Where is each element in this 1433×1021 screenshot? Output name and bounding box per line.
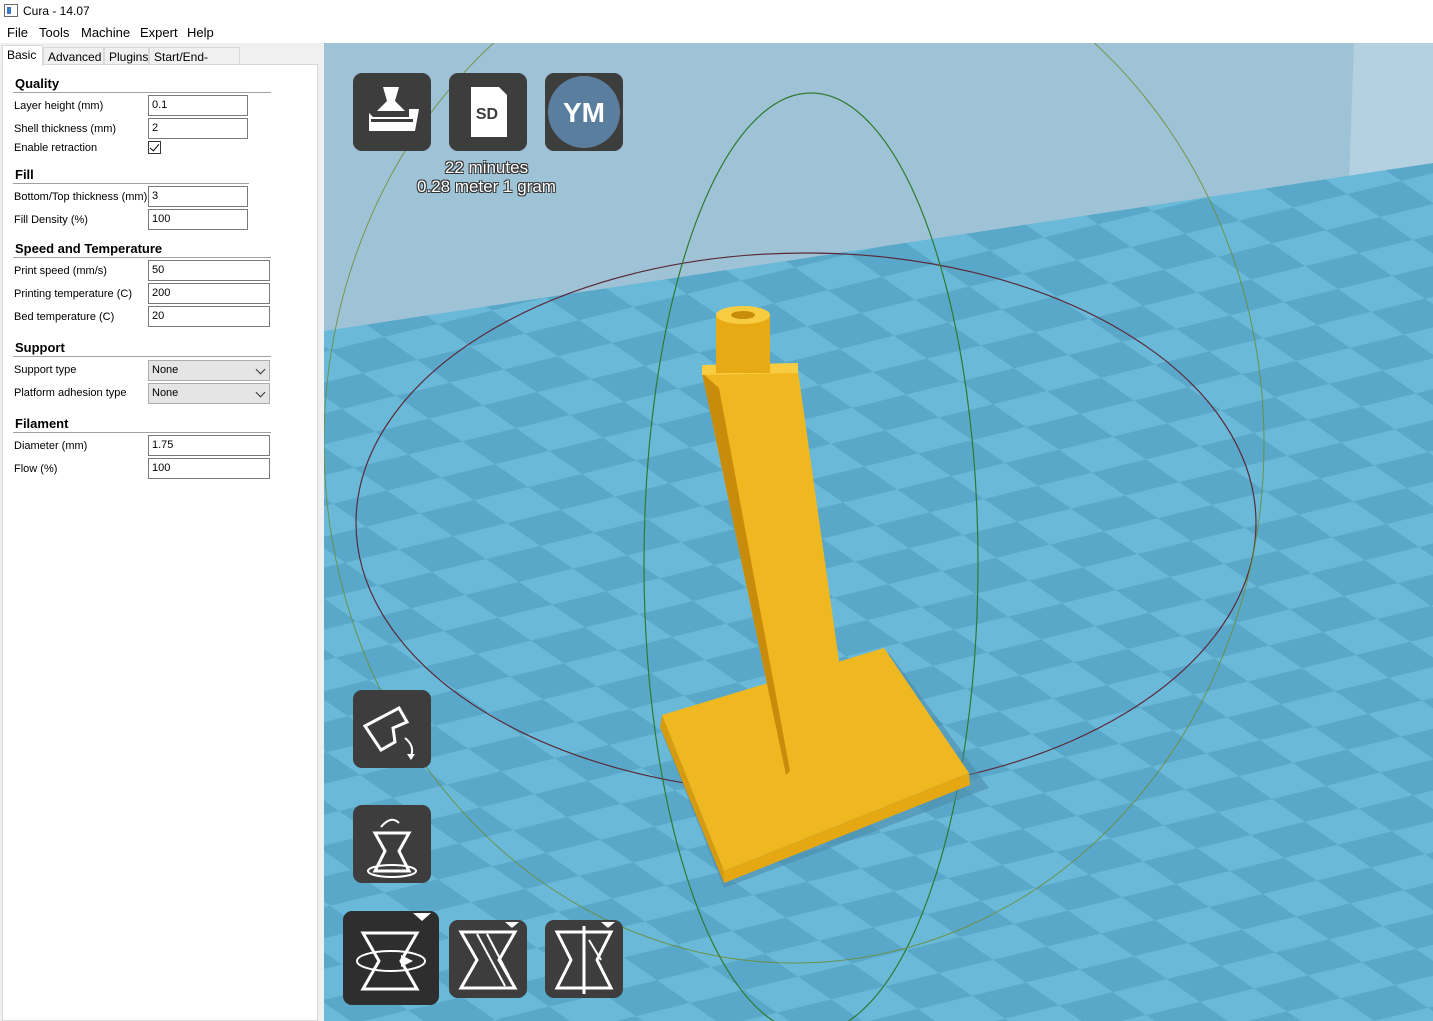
bed-temperature-label: Bed temperature (C) <box>14 311 115 323</box>
lay-flat-tool-button[interactable] <box>449 920 527 998</box>
menu-machine[interactable]: Machine <box>81 25 130 40</box>
tab-advanced[interactable]: Advanced <box>43 47 104 65</box>
section-title-quality: Quality <box>15 76 60 91</box>
menu-help[interactable]: Help <box>187 25 214 40</box>
tab-start-end-gcode[interactable]: Start/End-GCode <box>149 47 240 78</box>
ym-label: YM <box>563 97 605 128</box>
mirror-tool-button[interactable] <box>343 911 439 1005</box>
shell-thickness-input[interactable]: 2 <box>148 118 248 139</box>
enable-retraction-label: Enable retraction <box>14 142 98 154</box>
basic-settings: Quality Layer height (mm) 0.1 Shell thic… <box>2 64 318 1021</box>
support-type-value: None <box>152 364 179 376</box>
printing-temperature-input[interactable]: 200 <box>148 283 270 304</box>
rotate-icon <box>362 705 415 760</box>
section-divider <box>13 356 271 357</box>
menu-expert[interactable]: Expert <box>140 25 178 40</box>
split-tool-button[interactable] <box>545 920 623 998</box>
print-speed-input[interactable]: 50 <box>148 260 270 281</box>
flow-label: Flow (%) <box>14 463 58 475</box>
scale-tool-button[interactable] <box>353 805 431 883</box>
settings-tabs: Basic Advanced Plugins Start/End-GCode <box>0 45 324 78</box>
bed-temperature-input[interactable]: 20 <box>148 306 270 327</box>
3d-viewport[interactable]: SD YM 22 minutes 0.28 meter 1 gram <box>324 43 1433 1021</box>
tab-plugins[interactable]: Plugins <box>104 47 149 65</box>
youmagine-button[interactable]: YM <box>545 73 623 151</box>
printing-temperature-label: Printing temperature (C) <box>14 288 132 300</box>
split-icon <box>554 922 615 994</box>
layer-height-input[interactable]: 0.1 <box>148 95 248 116</box>
app-icon <box>4 4 18 17</box>
bottom-top-thickness-label: Bottom/Top thickness (mm) <box>14 191 148 203</box>
section-title-fill: Fill <box>15 167 34 182</box>
print-material: 0.28 meter 1 gram <box>417 177 556 196</box>
load-folder-icon <box>369 87 419 131</box>
chevron-down-icon <box>255 364 266 375</box>
load-model-button[interactable] <box>353 73 431 151</box>
flow-input[interactable]: 100 <box>148 458 270 479</box>
model-cylinder-hole <box>731 311 755 319</box>
print-speed-label: Print speed (mm/s) <box>14 265 107 277</box>
shell-thickness-label: Shell thickness (mm) <box>14 123 117 135</box>
lay-flat-icon <box>458 922 519 990</box>
section-title-support: Support <box>15 340 65 355</box>
section-divider <box>13 257 271 258</box>
support-type-label: Support type <box>14 364 77 376</box>
print-estimate: 22 minutes 0.28 meter 1 gram <box>394 158 579 196</box>
menu-file[interactable]: File <box>7 25 28 40</box>
print-time: 22 minutes <box>444 158 529 177</box>
settings-panel: Basic Advanced Plugins Start/End-GCode Q… <box>0 43 324 1021</box>
sd-card-icon: SD <box>471 87 507 137</box>
menu-tools[interactable]: Tools <box>39 25 69 40</box>
fill-density-label: Fill Density (%) <box>14 214 88 226</box>
save-sd-button[interactable]: SD <box>449 73 527 151</box>
window-title: Cura - 14.07 <box>23 4 90 18</box>
menu-bar: File Tools Machine Expert Help <box>0 22 1433 43</box>
tab-basic[interactable]: Basic <box>2 45 43 66</box>
platform-adhesion-value: None <box>152 387 179 399</box>
youmagine-icon: YM <box>548 76 620 148</box>
fill-density-input[interactable]: 100 <box>148 209 248 230</box>
section-title-speed: Speed and Temperature <box>15 241 163 256</box>
sd-label: SD <box>476 106 498 123</box>
bottom-top-thickness-input[interactable]: 3 <box>148 186 248 207</box>
diameter-label: Diameter (mm) <box>14 440 88 452</box>
side-wall <box>1349 43 1433 183</box>
title-bar: Cura - 14.07 <box>0 0 1433 22</box>
section-divider <box>13 183 249 184</box>
platform-adhesion-select[interactable]: None <box>148 383 270 404</box>
diameter-input[interactable]: 1.75 <box>148 435 270 456</box>
support-type-select[interactable]: None <box>148 360 270 381</box>
mirror-icon <box>356 913 431 991</box>
section-divider <box>13 432 271 433</box>
section-title-filament: Filament <box>15 416 69 431</box>
rotate-tool-button[interactable] <box>353 690 431 768</box>
platform-adhesion-label: Platform adhesion type <box>14 387 127 399</box>
enable-retraction-checkbox[interactable] <box>148 141 161 154</box>
scale-icon <box>367 818 417 878</box>
section-divider <box>13 92 271 93</box>
layer-height-label: Layer height (mm) <box>14 100 104 112</box>
chevron-down-icon <box>255 387 266 398</box>
